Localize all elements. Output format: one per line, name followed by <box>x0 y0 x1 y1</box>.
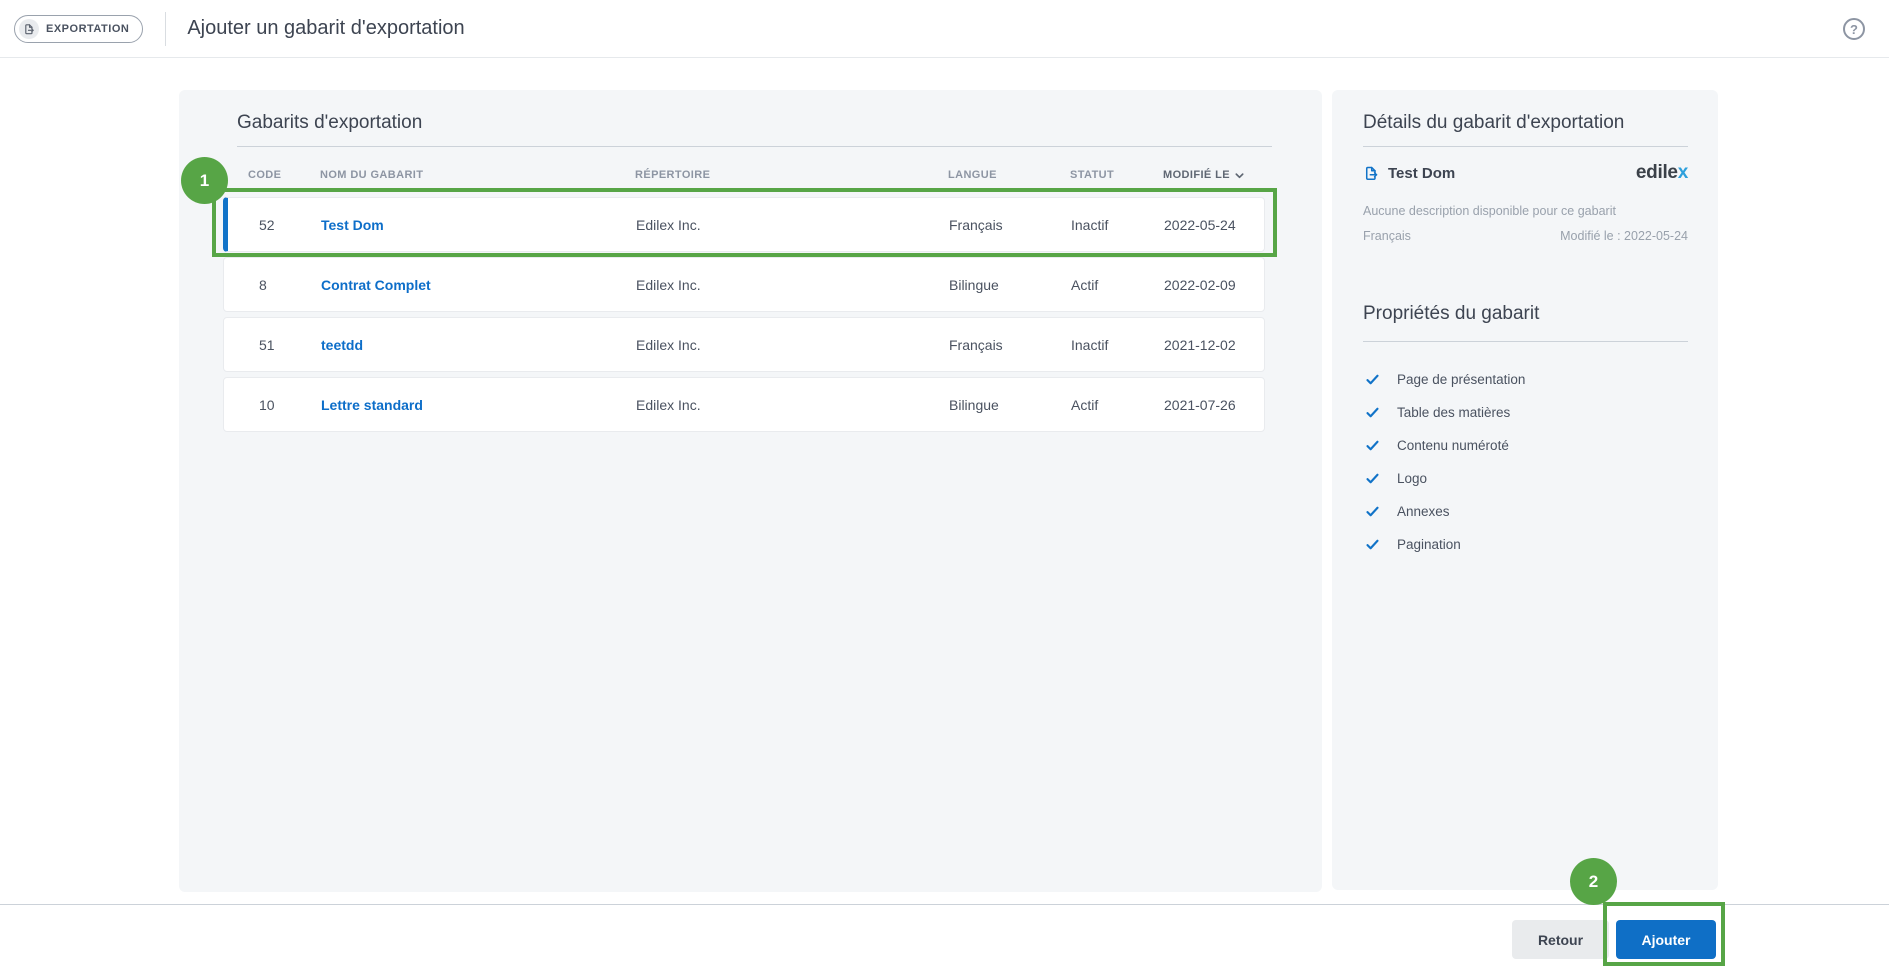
table-row-contrat-complet[interactable]: 8 Contrat Complet Edilex Inc. Bilingue A… <box>223 257 1265 312</box>
module-badge-exportation: EXPORTATION <box>14 15 143 43</box>
cell-modifie: 2022-05-24 <box>1164 217 1264 233</box>
template-link[interactable]: Test Dom <box>321 217 636 233</box>
cell-modifie: 2021-12-02 <box>1164 337 1264 353</box>
edilex-logo: edilex <box>1636 162 1688 184</box>
table-row-lettre-standard[interactable]: 10 Lettre standard Edilex Inc. Bilingue … <box>223 377 1265 432</box>
cell-langue: Bilingue <box>949 277 1071 293</box>
cell-code: 8 <box>259 277 321 293</box>
properties-title: Propriétés du gabarit <box>1363 303 1539 325</box>
template-link[interactable]: teetdd <box>321 337 636 353</box>
add-button[interactable]: Ajouter <box>1616 920 1716 959</box>
cell-code: 51 <box>259 337 321 353</box>
template-name: Test Dom <box>1388 165 1455 182</box>
property-item: Logo <box>1365 462 1688 495</box>
property-item: Contenu numéroté <box>1365 429 1688 462</box>
module-badge-label: EXPORTATION <box>46 23 129 35</box>
cell-repertoire: Edilex Inc. <box>636 277 949 293</box>
column-header-langue[interactable]: LANGUE <box>948 169 1070 181</box>
sort-desc-chevron-icon <box>1234 170 1245 181</box>
properties-rule <box>1363 341 1688 342</box>
back-button[interactable]: Retour <box>1512 920 1609 959</box>
title-divider <box>165 12 166 46</box>
cell-langue: Bilingue <box>949 397 1071 413</box>
column-header-code[interactable]: CODE <box>248 169 320 181</box>
cell-code: 52 <box>259 217 321 233</box>
export-template-page: EXPORTATION Ajouter un gabarit d'exporta… <box>0 0 1889 976</box>
column-header-modifie[interactable]: MODIFIÉ LE <box>1163 169 1265 181</box>
property-item: Annexes <box>1365 495 1688 528</box>
details-panel-title: Détails du gabarit d'exportation <box>1363 112 1624 134</box>
cell-statut: Actif <box>1071 397 1164 413</box>
template-link[interactable]: Lettre standard <box>321 397 636 413</box>
column-header-name[interactable]: NOM DU GABARIT <box>320 169 635 181</box>
template-summary: Test Dom edilex <box>1363 158 1688 188</box>
column-header-statut[interactable]: STATUT <box>1070 169 1163 181</box>
table-row-test-dom[interactable]: 52 Test Dom Edilex Inc. Français Inactif… <box>223 197 1265 252</box>
cell-statut: Actif <box>1071 277 1164 293</box>
check-icon <box>1365 504 1380 519</box>
cell-langue: Français <box>949 337 1071 353</box>
check-icon <box>1365 537 1380 552</box>
template-modified-date: Modifié le : 2022-05-24 <box>1560 229 1688 243</box>
check-icon <box>1365 438 1380 453</box>
page-title: Ajouter un gabarit d'exportation <box>187 17 464 40</box>
property-item: Page de présentation <box>1365 363 1688 396</box>
cell-repertoire: Edilex Inc. <box>636 217 949 233</box>
cell-statut: Inactif <box>1071 337 1164 353</box>
cell-modifie: 2022-02-09 <box>1164 277 1264 293</box>
check-icon <box>1365 372 1380 387</box>
cell-repertoire: Edilex Inc. <box>636 337 949 353</box>
column-header-repertoire[interactable]: RÉPERTOIRE <box>635 169 948 181</box>
check-icon <box>1365 405 1380 420</box>
properties-list: Page de présentation Table des matières … <box>1365 363 1688 561</box>
table-header-row: CODE NOM DU GABARIT RÉPERTOIRE LANGUE ST… <box>223 153 1265 181</box>
template-link[interactable]: Contrat Complet <box>321 277 636 293</box>
cell-repertoire: Edilex Inc. <box>636 397 949 413</box>
property-item: Pagination <box>1365 528 1688 561</box>
property-item: Table des matières <box>1365 396 1688 429</box>
help-icon[interactable]: ? <box>1843 18 1865 40</box>
templates-panel: Gabarits d'exportation CODE NOM DU GABAR… <box>179 90 1322 892</box>
cell-statut: Inactif <box>1071 217 1164 233</box>
cell-langue: Français <box>949 217 1071 233</box>
annotation-badge-step-2: 2 <box>1570 858 1617 905</box>
annotation-badge-step-1: 1 <box>181 157 228 204</box>
check-icon <box>1365 471 1380 486</box>
export-document-icon <box>19 19 39 39</box>
export-document-icon <box>1363 165 1379 181</box>
template-description: Aucune description disponible pour ce ga… <box>1363 204 1616 218</box>
details-panel: Détails du gabarit d'exportation Test Do… <box>1332 90 1718 890</box>
table-row-teetdd[interactable]: 51 teetdd Edilex Inc. Français Inactif 2… <box>223 317 1265 372</box>
footer-divider <box>0 904 1889 905</box>
cell-modifie: 2021-07-26 <box>1164 397 1264 413</box>
top-bar: EXPORTATION Ajouter un gabarit d'exporta… <box>0 0 1889 58</box>
details-panel-rule <box>1363 146 1688 147</box>
template-language: Français <box>1363 229 1411 243</box>
cell-code: 10 <box>259 397 321 413</box>
template-rows: 52 Test Dom Edilex Inc. Français Inactif… <box>223 197 1265 437</box>
template-meta: Français Modifié le : 2022-05-24 <box>1363 229 1688 243</box>
templates-panel-rule <box>237 146 1272 147</box>
templates-panel-title: Gabarits d'exportation <box>237 112 422 134</box>
